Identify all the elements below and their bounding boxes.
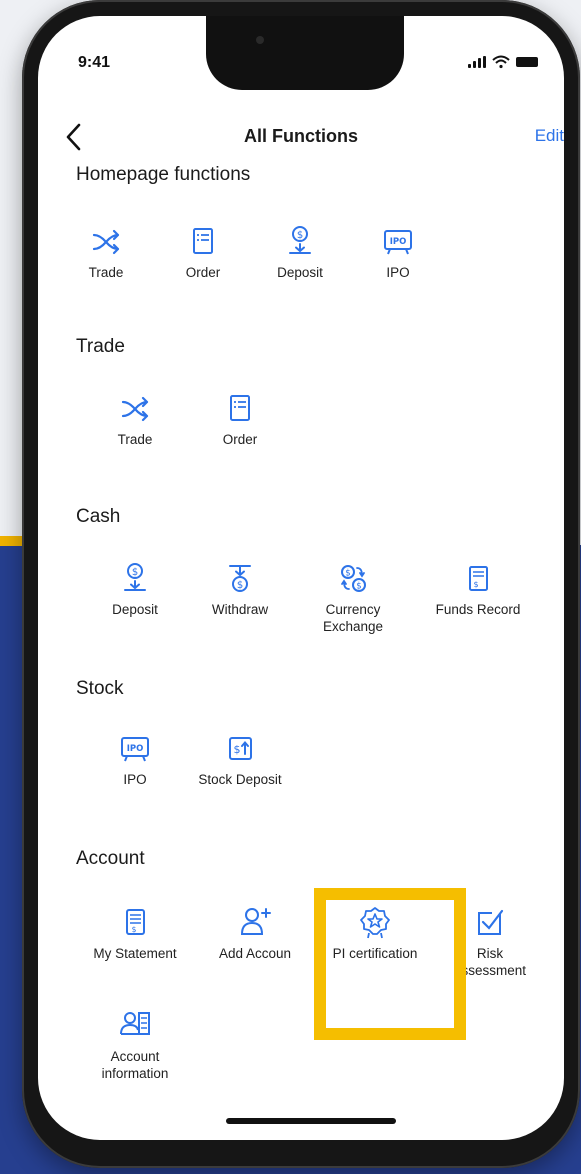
highlight-box <box>314 888 466 1040</box>
statement-icon: $ <box>126 909 145 935</box>
homepage-item-trade[interactable]: Trade <box>51 222 161 281</box>
page-title: All Functions <box>244 126 358 146</box>
deposit-icon: $ <box>289 226 311 254</box>
item-label: Order <box>185 265 221 280</box>
item-label: Funds Record <box>435 602 521 617</box>
trade-icon <box>92 229 120 255</box>
section-title-account: Account <box>76 848 145 869</box>
homepage-item-order[interactable]: Order <box>148 222 258 281</box>
section-title-homepage: Homepage functions <box>76 164 251 185</box>
notch <box>206 16 404 90</box>
item-label: Stock Deposit <box>198 772 282 787</box>
item-label: Deposit <box>112 602 158 617</box>
item-label: Withdraw <box>211 602 269 617</box>
funds-record-icon: $ <box>469 566 488 591</box>
item-label: Account information <box>101 1049 169 1081</box>
order-icon <box>230 395 250 421</box>
item-label: IPO <box>386 265 410 280</box>
cash-item-deposit[interactable]: $ Deposit <box>80 559 190 618</box>
trade-item-trade[interactable]: Trade <box>80 389 190 448</box>
svg-text:IPO: IPO <box>127 744 144 754</box>
cash-item-currency-exchange[interactable]: $ $ Currency Exchange <box>298 559 408 635</box>
battery-icon <box>516 57 538 67</box>
stock-deposit-icon: $ <box>229 737 252 760</box>
item-label: Trade <box>117 432 153 447</box>
svg-text:$: $ <box>237 580 243 591</box>
stock-item-stock-deposit[interactable]: $ Stock Deposit <box>185 729 295 788</box>
wifi-icon <box>492 55 510 69</box>
svg-text:$: $ <box>345 569 350 579</box>
ipo-icon: IPO <box>121 737 149 762</box>
withdraw-icon: $ <box>229 565 251 592</box>
cash-item-funds-record[interactable]: $ Funds Record <box>423 559 533 618</box>
svg-text:IPO: IPO <box>390 237 407 247</box>
status-icons <box>468 55 538 69</box>
ipo-icon: IPO <box>384 230 412 255</box>
edit-button[interactable]: Edit <box>535 126 564 146</box>
item-label: IPO <box>123 772 147 787</box>
home-indicator <box>226 1118 396 1124</box>
account-item-account-information[interactable]: Account information <box>80 1006 190 1082</box>
svg-text:$: $ <box>234 743 241 756</box>
currency-exchange-icon: $ $ <box>341 565 366 592</box>
trade-icon <box>121 396 149 422</box>
order-icon <box>193 228 213 254</box>
svg-text:$: $ <box>132 567 138 578</box>
item-label: Trade <box>88 265 124 280</box>
svg-text:$: $ <box>356 582 361 592</box>
item-label: Order <box>222 432 258 447</box>
homepage-item-deposit[interactable]: $ Deposit <box>245 222 355 281</box>
signal-icon <box>468 56 486 68</box>
cash-item-withdraw[interactable]: $ Withdraw <box>185 559 295 618</box>
stock-item-ipo[interactable]: IPO IPO <box>80 729 190 788</box>
trade-item-order[interactable]: Order <box>185 389 295 448</box>
camera-dot <box>256 36 264 44</box>
status-time: 9:41 <box>78 54 111 71</box>
add-account-icon <box>240 908 271 935</box>
deposit-icon: $ <box>124 563 146 591</box>
homepage-item-ipo[interactable]: IPO IPO <box>343 222 453 281</box>
item-label: Deposit <box>277 265 323 280</box>
phone-frame: 9:41 All Functions Edit Homepage functio… <box>22 0 580 1168</box>
section-title-stock: Stock <box>76 678 124 699</box>
section-title-trade: Trade <box>76 336 125 357</box>
item-label: Currency Exchange <box>322 602 384 634</box>
account-item-my-statement[interactable]: $ My Statement <box>80 903 190 962</box>
app-screen: 9:41 All Functions Edit Homepage functio… <box>38 16 564 1140</box>
svg-text:$: $ <box>297 230 303 241</box>
svg-text:$: $ <box>473 580 478 589</box>
risk-assessment-icon <box>478 909 504 935</box>
section-title-cash: Cash <box>76 506 121 527</box>
account-item-add-account[interactable]: Add Accoun <box>200 903 310 962</box>
item-label: Add Accoun <box>218 946 292 961</box>
nav-header: All Functions Edit <box>38 120 564 156</box>
item-label: My Statement <box>93 946 177 961</box>
svg-text:$: $ <box>132 925 137 934</box>
account-information-icon <box>120 1012 150 1035</box>
